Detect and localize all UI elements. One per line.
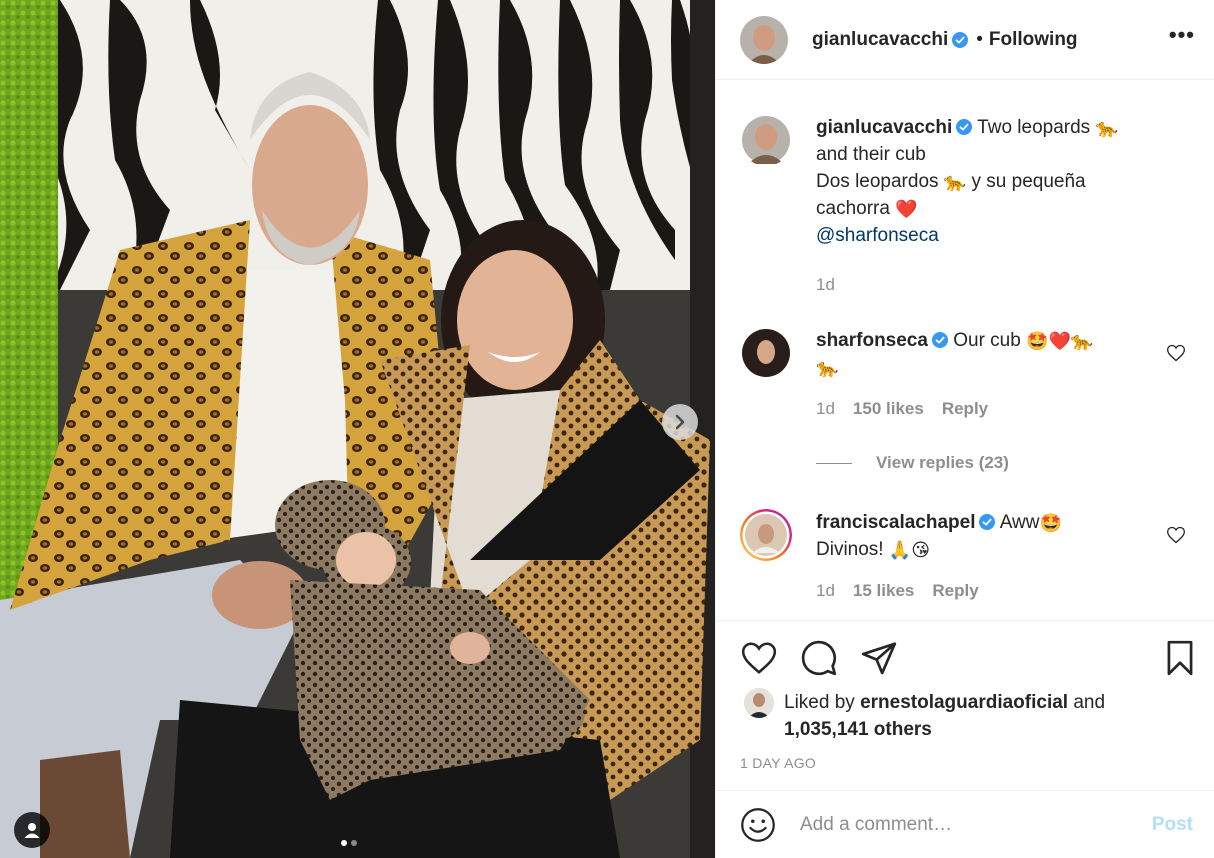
comment-body: franciscalachapel Aww🤩 Divinos! 🙏😘 1d 15… xyxy=(816,509,1146,604)
emoji-icon[interactable] xyxy=(740,807,776,843)
leopard-emoji: 🐆 xyxy=(943,172,967,193)
tagged-users-button[interactable] xyxy=(14,812,50,848)
comment-time[interactable]: 1d xyxy=(816,577,835,604)
comment-username[interactable]: sharfonseca xyxy=(816,330,928,351)
star-struck-emoji: 🤩 xyxy=(1039,513,1062,534)
reply-button[interactable]: Reply xyxy=(932,577,978,604)
carousel-indicator xyxy=(341,840,357,846)
comment-item: franciscalachapel Aww🤩 Divinos! 🙏😘 1d 15… xyxy=(740,509,1210,604)
liker-username[interactable]: ernestolaguardiaoficial xyxy=(860,692,1068,713)
comment-item: sharfonseca Our cub 🤩❤️🐆 🐆 1d 150 likes … xyxy=(740,327,1210,422)
comment-text: Aww xyxy=(999,512,1040,533)
chevron-right-icon xyxy=(675,414,685,430)
bookmark-icon[interactable] xyxy=(1161,639,1199,677)
likes-count[interactable]: 1,035,141 others xyxy=(784,719,932,740)
heart-icon[interactable] xyxy=(1166,525,1186,545)
header-separator: • xyxy=(976,28,983,50)
comment-username[interactable]: franciscalachapel xyxy=(816,512,975,533)
comment-text-line2: Divinos! xyxy=(816,539,884,560)
verified-badge-icon xyxy=(931,332,948,348)
action-icons xyxy=(740,639,898,677)
caption-line4: cachorra xyxy=(816,198,890,219)
caption-meta: 1d xyxy=(816,271,1146,298)
author-avatar[interactable] xyxy=(740,15,788,64)
person-icon xyxy=(24,823,40,838)
comment-emojis: 🤩❤️🐆 xyxy=(1026,331,1094,352)
instagram-post-view: gianlucavacchi • Following ••• gianlucav… xyxy=(0,0,1214,858)
carousel-dot xyxy=(351,840,357,846)
comment-body: sharfonseca Our cub 🤩❤️🐆 🐆 1d 150 likes … xyxy=(816,327,1146,422)
liked-by-label: Liked by xyxy=(784,692,855,713)
post-actions: Liked by ernestolaguardiaoficial and 1,0… xyxy=(716,620,1214,790)
share-icon[interactable] xyxy=(860,639,898,677)
comment-text: Our cub xyxy=(953,330,1021,351)
liker-avatar[interactable] xyxy=(744,688,774,718)
comment-likes[interactable]: 15 likes xyxy=(853,577,914,604)
following-button[interactable]: Following xyxy=(989,29,1078,51)
caption-line3b: y su pequeña xyxy=(971,171,1086,192)
replies-divider xyxy=(816,462,852,464)
author-username[interactable]: gianlucavacchi xyxy=(812,29,948,51)
verified-badge-icon xyxy=(956,119,973,135)
caption-line3a: Dos leopardos xyxy=(816,171,939,192)
mention-link[interactable]: @sharfonseca xyxy=(816,225,939,246)
post-photo[interactable] xyxy=(0,0,715,858)
heart-icon[interactable] xyxy=(740,639,778,677)
comment-meta: 1d 15 likes Reply xyxy=(816,577,1146,604)
comment-emojis: 🙏😘 xyxy=(888,540,931,561)
likes-text: Liked by ernestolaguardiaoficial and 1,0… xyxy=(784,689,1105,743)
comment-time[interactable]: 1d xyxy=(816,395,835,422)
comment-icon[interactable] xyxy=(800,639,838,677)
caption-text: gianlucavacchi Two leopards 🐆 and their … xyxy=(816,114,1146,298)
leopard-emoji: 🐆 xyxy=(816,358,839,379)
post-header: gianlucavacchi • Following ••• xyxy=(716,0,1214,80)
commenter-avatar[interactable] xyxy=(740,327,792,379)
comments-list[interactable]: gianlucavacchi Two leopards 🐆 and their … xyxy=(716,81,1214,619)
post-button[interactable]: Post xyxy=(1152,814,1193,836)
likes-summary: Liked by ernestolaguardiaoficial and 1,0… xyxy=(744,688,1105,743)
comment-input[interactable] xyxy=(800,813,1120,836)
leopard-emoji: 🐆 xyxy=(1095,118,1118,139)
caption-time[interactable]: 1d xyxy=(816,271,835,298)
verified-badge-icon xyxy=(979,514,996,530)
commenter-avatar[interactable] xyxy=(740,509,792,561)
caption-line1: Two leopards xyxy=(977,117,1091,138)
red-heart-emoji: ❤️ xyxy=(895,199,918,220)
next-photo-button[interactable] xyxy=(662,404,698,440)
caption-line2: and their cub xyxy=(816,144,926,165)
caption-username[interactable]: gianlucavacchi xyxy=(816,117,952,138)
caption: gianlucavacchi Two leopards 🐆 and their … xyxy=(740,114,1210,298)
carousel-dot-active xyxy=(341,840,347,846)
post-sidebar: gianlucavacchi • Following ••• gianlucav… xyxy=(715,0,1214,858)
comment-meta: 1d 150 likes Reply xyxy=(816,395,1146,422)
view-replies-label: View replies (23) xyxy=(876,453,1009,472)
heart-icon[interactable] xyxy=(1166,343,1186,363)
view-replies-button[interactable]: View replies (23) xyxy=(816,453,1009,473)
reply-button[interactable]: Reply xyxy=(942,395,988,422)
photo-image xyxy=(0,0,715,858)
caption-avatar[interactable] xyxy=(740,114,792,166)
likes-connector: and xyxy=(1073,692,1106,713)
add-comment-bar: Post xyxy=(716,790,1214,858)
comment-likes[interactable]: 150 likes xyxy=(853,395,924,422)
post-timestamp[interactable]: 1 DAY AGO xyxy=(740,755,816,771)
more-options-icon[interactable]: ••• xyxy=(1169,22,1195,48)
verified-badge-icon xyxy=(952,31,969,48)
